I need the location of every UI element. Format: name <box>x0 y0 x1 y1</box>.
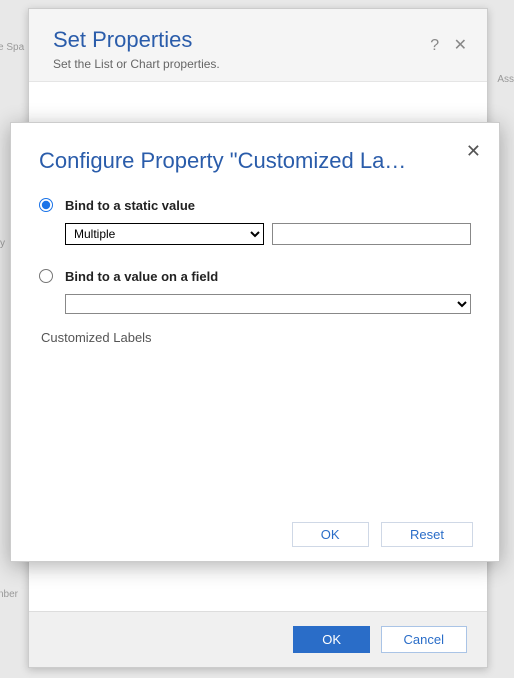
close-icon[interactable]: ✕ <box>454 35 467 55</box>
bg-text-nber: nber <box>0 589 18 600</box>
set-properties-header: Set Properties Set the List or Chart pro… <box>29 9 487 82</box>
static-value-label: Bind to a static value <box>65 198 195 213</box>
ok-button[interactable]: OK <box>292 522 369 547</box>
set-properties-title: Set Properties <box>53 27 463 53</box>
close-icon[interactable]: ✕ <box>466 141 481 162</box>
bg-text-ass: Ass <box>497 74 514 85</box>
property-caption: Customized Labels <box>39 330 471 345</box>
field-value-select[interactable] <box>65 294 471 314</box>
field-value-option[interactable]: Bind to a value on a field <box>39 269 471 284</box>
static-value-select[interactable]: Multiple <box>65 223 264 245</box>
set-properties-subtitle: Set the List or Chart properties. <box>53 57 463 71</box>
help-icon[interactable]: ? <box>430 37 439 55</box>
configure-property-title: Configure Property "Customized La… <box>39 147 471 176</box>
field-value-label: Bind to a value on a field <box>65 269 218 284</box>
field-value-radio[interactable] <box>39 269 53 283</box>
static-value-input[interactable] <box>272 223 471 245</box>
ok-button[interactable]: OK <box>293 626 370 653</box>
static-value-radio[interactable] <box>39 198 53 212</box>
static-value-option[interactable]: Bind to a static value <box>39 198 471 213</box>
bg-text-spa: e Spa <box>0 42 24 53</box>
set-properties-footer: OK Cancel <box>29 611 487 667</box>
reset-button[interactable]: Reset <box>381 522 473 547</box>
configure-property-dialog: ✕ Configure Property "Customized La… Bin… <box>10 122 500 562</box>
bg-text-y: y <box>0 238 5 249</box>
cancel-button[interactable]: Cancel <box>381 626 467 653</box>
configure-property-footer: OK Reset <box>284 522 473 547</box>
